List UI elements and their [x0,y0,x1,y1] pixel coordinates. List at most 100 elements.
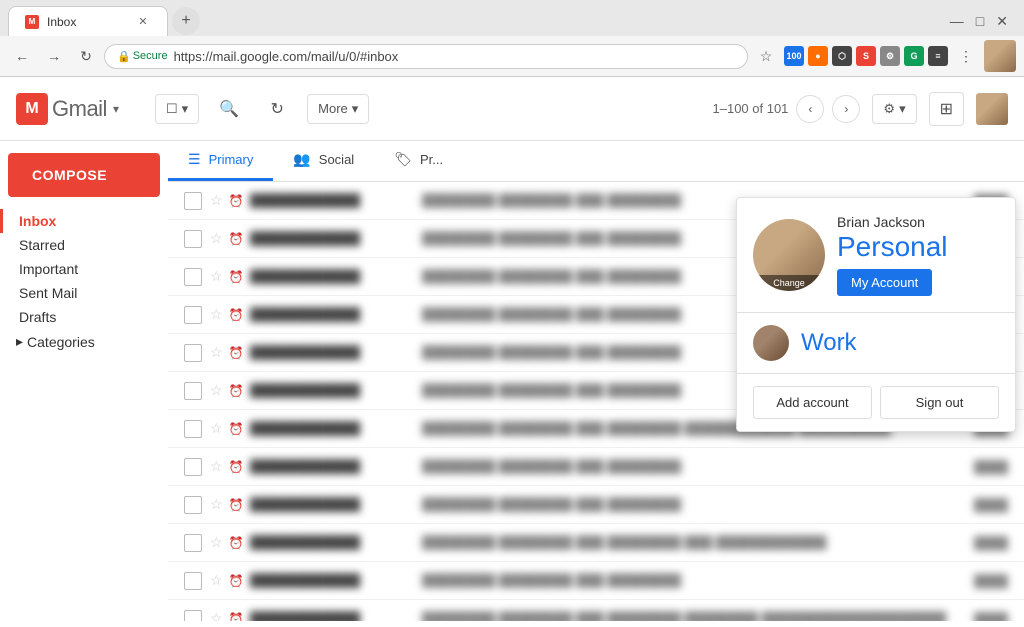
email-star-icon[interactable]: ☆ [210,192,223,209]
user-avatar-header-button[interactable] [976,93,1008,125]
email-important-icon[interactable]: ⏰ [229,536,244,550]
email-important-icon[interactable]: ⏰ [229,460,244,474]
ext-icon-6[interactable]: G [904,46,924,66]
forward-button[interactable]: → [40,42,68,70]
checkbox-select-button[interactable]: ☐ ▾ [155,94,199,124]
email-star-icon[interactable]: ☆ [210,572,223,589]
email-checkbox[interactable] [184,420,202,438]
gmail-favicon: M [25,15,39,29]
account-change-button[interactable]: Change [753,275,825,291]
email-star-icon[interactable]: ☆ [210,344,223,361]
email-row[interactable]: ☆ ⏰ ████████████ ████████ ████████ ███ █… [168,600,1024,621]
next-page-button[interactable]: › [832,95,860,123]
compose-button[interactable]: COMPOSE [8,153,160,197]
email-checkbox[interactable] [184,496,202,514]
email-row[interactable]: ☆ ⏰ ████████████ ████████ ████████ ███ █… [168,562,1024,600]
gmail-header: M Gmail ▾ ☐ ▾ 🔍 ↻ More ▾ 1–100 of 101 ‹ … [0,77,1024,141]
email-star-icon[interactable]: ☆ [210,534,223,551]
sidebar-item-important[interactable]: Important [0,257,168,281]
email-important-icon[interactable]: ⏰ [229,612,244,622]
email-checkbox[interactable] [184,268,202,286]
new-tab-button[interactable]: + [172,7,200,35]
url-bar[interactable]: 🔒 Secure https://mail.google.com/mail/u/… [104,44,748,69]
email-important-icon[interactable]: ⏰ [229,232,244,246]
star-icon[interactable]: ☆ [752,42,780,70]
prev-page-button[interactable]: ‹ [796,95,824,123]
email-time: ████ [974,574,1008,588]
sidebar-item-starred[interactable]: Starred [0,233,168,257]
tab-promotions[interactable]: 🏷 Pr... [374,141,463,181]
user-avatar-header-image [976,93,1008,125]
gmail-logo: M Gmail ▾ [16,93,119,125]
email-checkbox[interactable] [184,610,202,622]
more-button[interactable]: More ▾ [307,94,369,124]
settings-button[interactable]: ⚙ ▾ [872,94,916,124]
tab-bar: M Inbox ✕ + — □ ✕ [0,0,1024,36]
ext-icon-1[interactable]: 100 [784,46,804,66]
settings-arrow: ▾ [899,101,906,117]
profile-ext-button[interactable] [984,40,1016,72]
email-checkbox[interactable] [184,192,202,210]
email-star-icon[interactable]: ☆ [210,458,223,475]
email-important-icon[interactable]: ⏰ [229,194,244,208]
email-star-icon[interactable]: ☆ [210,382,223,399]
email-star-icon[interactable]: ☆ [210,610,223,621]
sidebar-item-inbox[interactable]: Inbox [0,209,168,233]
email-star-icon[interactable]: ☆ [210,268,223,285]
ext-icon-5[interactable]: ⚙ [880,46,900,66]
email-row[interactable]: ☆ ⏰ ████████████ ████████ ████████ ███ █… [168,448,1024,486]
ext-icon-2[interactable]: ● [808,46,828,66]
refresh-button[interactable]: ↻ [259,91,295,127]
tab-social[interactable]: 👥 Social [273,141,374,181]
close-button[interactable]: ✕ [996,13,1008,30]
email-important-icon[interactable]: ⏰ [229,346,244,360]
tab-close-button[interactable]: ✕ [135,14,151,30]
email-checkbox[interactable] [184,306,202,324]
email-important-icon[interactable]: ⏰ [229,422,244,436]
sidebar-item-sent[interactable]: Sent Mail [0,281,168,305]
search-button[interactable]: 🔍 [211,91,247,127]
account-secondary-section[interactable]: Work [737,313,1015,374]
tab-primary[interactable]: ☰ Primary [168,141,273,181]
email-checkbox[interactable] [184,230,202,248]
sidebar-inbox-label: Inbox [19,213,56,229]
reload-button[interactable]: ↻ [72,42,100,70]
email-important-icon[interactable]: ⏰ [229,498,244,512]
tab-title: Inbox [47,15,76,29]
ext-icon-4[interactable]: S [856,46,876,66]
browser-tab-gmail[interactable]: M Inbox ✕ [8,6,168,36]
email-important-icon[interactable]: ⏰ [229,574,244,588]
email-star-icon[interactable]: ☆ [210,306,223,323]
minimize-button[interactable]: — [950,13,964,29]
ext-icon-3[interactable]: ⬡ [832,46,852,66]
email-checkbox[interactable] [184,534,202,552]
email-star-icon[interactable]: ☆ [210,420,223,437]
email-row[interactable]: ☆ ⏰ ████████████ ████████ ████████ ███ █… [168,524,1024,562]
back-button[interactable]: ← [8,42,36,70]
email-row[interactable]: ☆ ⏰ ████████████ ████████ ████████ ███ █… [168,486,1024,524]
sidebar-item-categories[interactable]: ▸ Categories [0,329,168,354]
email-important-icon[interactable]: ⏰ [229,308,244,322]
sidebar-sent-label: Sent Mail [19,285,77,301]
email-content: ████████ ████████ ███ ████████ [422,497,966,512]
email-checkbox[interactable] [184,382,202,400]
email-checkbox[interactable] [184,344,202,362]
email-important-icon[interactable]: ⏰ [229,384,244,398]
email-important-icon[interactable]: ⏰ [229,270,244,284]
gmail-logo-dropdown[interactable]: ▾ [113,102,119,116]
ext-icon-7[interactable]: ≡ [928,46,948,66]
sidebar-item-drafts[interactable]: Drafts [0,305,168,329]
gmail-app: M Gmail ▾ ☐ ▾ 🔍 ↻ More ▾ 1–100 of 101 ‹ … [0,77,1024,627]
menu-icon[interactable]: ⋮ [952,42,980,70]
maximize-button[interactable]: □ [976,13,984,29]
email-star-icon[interactable]: ☆ [210,496,223,513]
more-arrow-icon: ▾ [352,101,359,117]
secure-badge: 🔒 Secure [117,50,168,63]
my-account-button[interactable]: My Account [837,269,932,296]
savebox-button[interactable]: ⊞ [929,92,964,126]
email-star-icon[interactable]: ☆ [210,230,223,247]
sign-out-button[interactable]: Sign out [880,386,999,419]
add-account-button[interactable]: Add account [753,386,872,419]
email-checkbox[interactable] [184,572,202,590]
email-checkbox[interactable] [184,458,202,476]
